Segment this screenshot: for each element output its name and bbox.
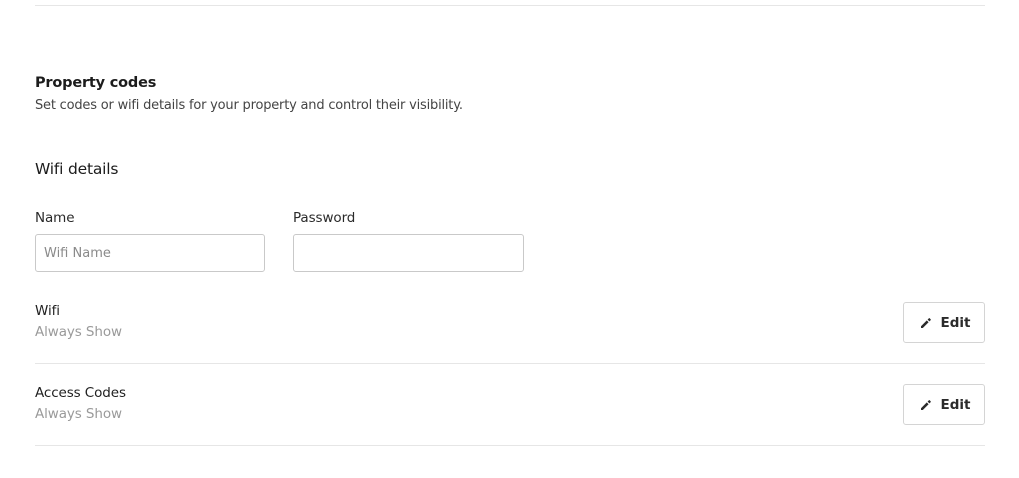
wifi-name-input[interactable] — [35, 234, 265, 272]
wifi-name-label: Name — [35, 210, 75, 226]
wifi-row-title: Wifi — [35, 303, 60, 319]
wifi-details-title: Wifi details — [35, 160, 119, 178]
edit-button-label: Edit — [940, 396, 971, 413]
wifi-edit-button[interactable]: Edit — [903, 302, 985, 343]
pencil-icon — [920, 399, 932, 411]
row-divider — [35, 363, 985, 364]
pencil-icon — [920, 317, 932, 329]
top-divider — [35, 5, 985, 6]
access-codes-row-visibility: Always Show — [35, 406, 122, 422]
wifi-row-visibility: Always Show — [35, 324, 122, 340]
access-codes-edit-button[interactable]: Edit — [903, 384, 985, 425]
access-codes-row-title: Access Codes — [35, 385, 126, 401]
wifi-password-label: Password — [293, 210, 356, 226]
section-description: Set codes or wifi details for your prope… — [35, 98, 463, 113]
section-title: Property codes — [35, 75, 157, 91]
bottom-divider — [35, 445, 985, 446]
edit-button-label: Edit — [940, 314, 971, 331]
wifi-password-input[interactable] — [293, 234, 524, 272]
